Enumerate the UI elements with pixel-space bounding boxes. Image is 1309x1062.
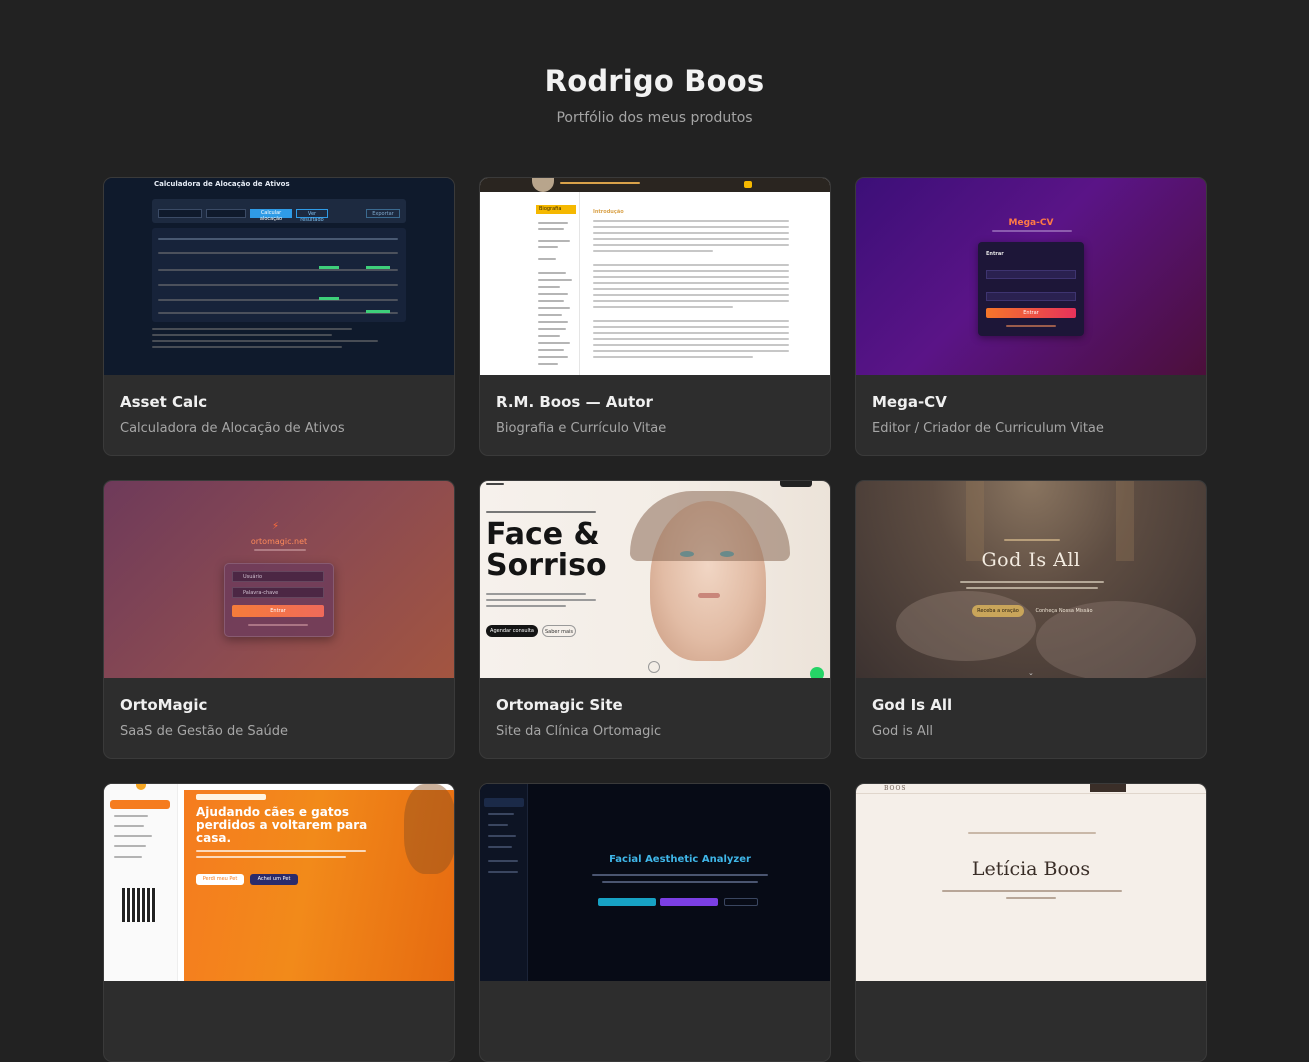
- preview-found-pet-button: Achei um Pet: [250, 874, 298, 885]
- pet-finder-preview: Ajudando cães e gatos perdidos a voltare…: [104, 784, 454, 981]
- preview-headline-2: Sorriso: [486, 548, 607, 583]
- preview-cta-primary: Receba a oração: [972, 605, 1024, 617]
- card-description: Biografia e Currículo Vitae: [496, 421, 667, 436]
- pulse-icon: ⚡: [272, 521, 280, 532]
- sidebar-item-active: [110, 800, 170, 809]
- ortomagic-preview: ⚡ ortomagic.net Usuário Palavra-chave En…: [104, 481, 454, 678]
- asset-calc-preview: Calculadora de Alocação de Ativos Calcul…: [104, 178, 454, 375]
- card-title: Ortomagic Site: [496, 696, 623, 714]
- preview-calc-button: Calcular alocação: [250, 209, 292, 222]
- mega-cv-preview: Mega-CV Entrar Entrar: [856, 178, 1206, 375]
- portfolio-card-ortomagic-site[interactable]: Face & Sorriso Agendar consulta Saber ma…: [479, 480, 831, 759]
- sidebar-item-active: [484, 798, 524, 807]
- portfolio-card-rm-boos[interactable]: Biografia Introdução R.M. Boos — Autor B…: [479, 177, 831, 456]
- card-description: Site da Clínica Ortomagic: [496, 724, 662, 739]
- portfolio-card-ortomagic[interactable]: ⚡ ortomagic.net Usuário Palavra-chave En…: [103, 480, 455, 759]
- preview-password-field: [986, 292, 1076, 301]
- page-subtitle: Portfólio dos meus produtos: [556, 110, 753, 126]
- preview-cta-secondary: Saber mais: [542, 625, 576, 637]
- card-title: Asset Calc: [120, 393, 208, 411]
- preview-cta-primary: Agendar consulta: [486, 625, 538, 637]
- preview-nav-active: Biografia: [536, 205, 576, 214]
- preview-login-title: Entrar: [986, 251, 1004, 257]
- preview-email-field: [986, 270, 1076, 279]
- preview-lost-pet-button: Perdi meu Pet: [196, 874, 244, 885]
- card-description: Editor / Criador de Curriculum Vitae: [872, 421, 1104, 436]
- whatsapp-icon: [810, 667, 824, 678]
- preview-heading: Calculadora de Alocação de Ativos: [154, 180, 290, 188]
- portfolio-card-pet-finder[interactable]: Ajudando cães e gatos perdidos a voltare…: [103, 783, 455, 1062]
- leticia-boos-preview: BOOS Letícia Boos: [856, 784, 1206, 981]
- portfolio-card-asset-calc[interactable]: Calculadora de Alocação de Ativos Calcul…: [103, 177, 455, 456]
- preview-login-button: Entrar: [232, 605, 324, 617]
- card-title: Mega-CV: [872, 393, 947, 411]
- qr-code: [122, 888, 156, 922]
- portfolio-grid: Calculadora de Alocação de Ativos Calcul…: [103, 177, 1207, 1062]
- preview-brand: Mega-CV: [1008, 218, 1054, 228]
- preview-export-button: Exportar: [366, 209, 400, 218]
- card-description: SaaS de Gestão de Saúde: [120, 724, 289, 739]
- facial-analyzer-preview: Facial Aesthetic Analyzer: [480, 784, 830, 981]
- card-title: R.M. Boos — Autor: [496, 393, 653, 411]
- preview-headline: Ajudando cães e gatos perdidos a voltare…: [196, 805, 368, 845]
- god-is-all-preview: God Is All Receba a oração Conheça Nossa…: [856, 481, 1206, 678]
- preview-headline: Facial Aesthetic Analyzer: [609, 854, 751, 865]
- preview-headline-1: Face &: [486, 517, 600, 552]
- preview-brand: ortomagic.net: [250, 537, 308, 546]
- ortomagic-site-preview: Face & Sorriso Agendar consulta Saber ma…: [480, 481, 830, 678]
- page-title: Rodrigo Boos: [544, 64, 765, 98]
- portfolio-card-facial-analyzer[interactable]: Facial Aesthetic Analyzer: [479, 783, 831, 1062]
- preview-brand: BOOS: [884, 785, 907, 792]
- page-header: Rodrigo Boos Portfólio dos meus produtos: [0, 0, 1309, 126]
- preview-user-field: Usuário: [232, 571, 324, 582]
- card-description: Calculadora de Alocação de Ativos: [120, 421, 345, 436]
- preview-cta-secondary: Conheça Nossa Missão: [1035, 608, 1093, 614]
- preview-headline: God Is All: [981, 549, 1081, 571]
- card-title: God Is All: [872, 696, 953, 714]
- portfolio-card-god-is-all[interactable]: God Is All Receba a oração Conheça Nossa…: [855, 480, 1207, 759]
- scroll-down-icon: [648, 661, 660, 673]
- preview-headline: Letícia Boos: [971, 858, 1091, 880]
- preview-result-button: Ver resultado: [296, 209, 328, 223]
- card-description: God is All: [872, 724, 934, 739]
- card-title: OrtoMagic: [120, 696, 208, 714]
- chevron-down-icon: ⌄: [1028, 669, 1034, 677]
- preview-login-button: Entrar: [986, 308, 1076, 318]
- rm-boos-preview: Biografia Introdução: [480, 178, 830, 375]
- preview-password-field: Palavra-chave: [232, 587, 324, 598]
- portfolio-card-mega-cv[interactable]: Mega-CV Entrar Entrar Mega-CV Editor / C…: [855, 177, 1207, 456]
- preview-section-heading: Introdução: [593, 209, 624, 215]
- portfolio-card-leticia-boos[interactable]: BOOS Letícia Boos: [855, 783, 1207, 1062]
